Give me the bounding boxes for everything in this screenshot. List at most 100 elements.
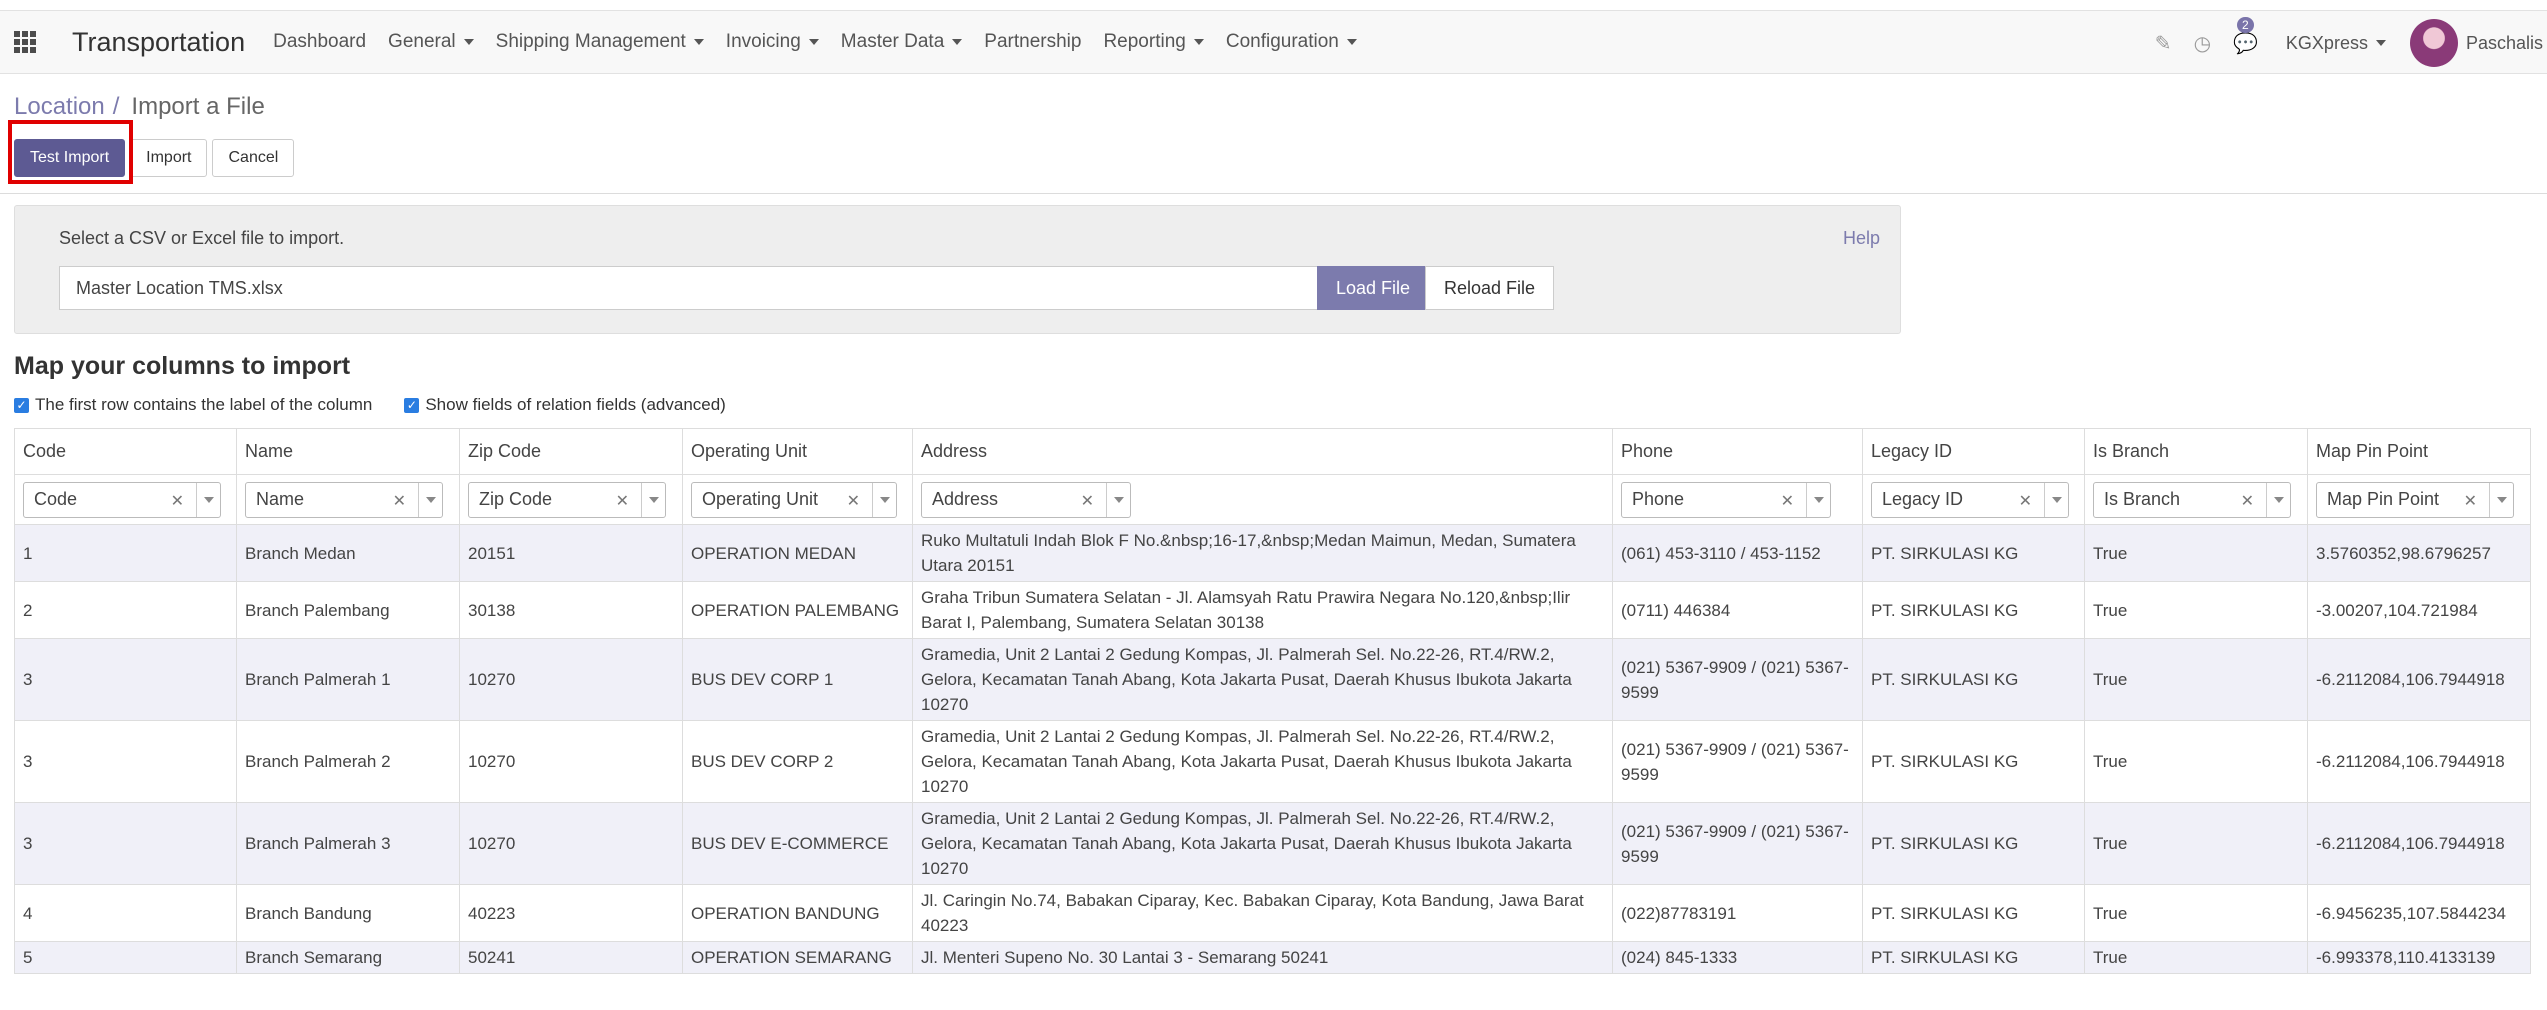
table-cell: True xyxy=(2084,524,2308,582)
dropdown-arrow-icon[interactable] xyxy=(641,482,665,517)
import-button[interactable]: Import xyxy=(130,139,208,177)
user-name[interactable]: Paschalis xyxy=(2466,33,2543,54)
field-select[interactable]: Is Branch ✕ xyxy=(2093,481,2291,518)
table-cell: Ruko Multatuli Indah Blok F No.&nbsp;16-… xyxy=(912,524,1613,582)
column-header-row: Code Name Zip Code Operating Unit Address Pho… xyxy=(14,428,2531,475)
table-cell: Branch Palmerah 3 xyxy=(236,802,460,885)
breadcrumb-location-link[interactable]: Location xyxy=(14,93,105,121)
field-mapping-row: Code ✕ Name ✕ Zip Code ✕ Operating Unit ✕ Addres… xyxy=(14,474,2531,525)
table-row: 3 Branch Palmerah 1 10270 BUS DEV CORP 1 Gra… xyxy=(14,638,2531,721)
clear-icon[interactable]: ✕ xyxy=(1781,491,1794,511)
apps-grid-icon[interactable] xyxy=(14,31,36,53)
relation-fields-option[interactable]: ✓ Show fields of relation fields (advance… xyxy=(404,395,726,415)
dropdown-arrow-icon[interactable] xyxy=(2489,482,2513,517)
table-cell: OPERATION MEDAN xyxy=(682,524,913,582)
dropdown-arrow-icon[interactable] xyxy=(418,482,442,517)
field-select-value: Legacy ID xyxy=(1882,489,1964,509)
clear-icon[interactable]: ✕ xyxy=(2464,491,2477,511)
menu-item-general[interactable]: General xyxy=(388,31,474,53)
help-link[interactable]: Help xyxy=(1843,228,1880,249)
field-select-value: Is Branch xyxy=(2104,489,2181,509)
breadcrumb-current: Import a File xyxy=(131,93,265,120)
clear-icon[interactable]: ✕ xyxy=(1081,491,1094,511)
option-label: Show fields of relation fields (advanced… xyxy=(425,395,726,414)
dropdown-arrow-icon[interactable] xyxy=(2266,482,2290,517)
table-cell: 10270 xyxy=(459,802,683,885)
dropdown-arrow-icon[interactable] xyxy=(2044,482,2068,517)
caret-down-icon xyxy=(463,39,474,45)
table-cell: PT. SIRKULASI KG xyxy=(1862,884,2085,942)
field-select[interactable]: Map Pin Point ✕ xyxy=(2316,481,2514,518)
field-select[interactable]: Phone ✕ xyxy=(1621,481,1831,518)
checkbox-checked[interactable]: ✓ xyxy=(14,397,29,413)
company-switcher[interactable]: KGXpress xyxy=(2286,33,2386,54)
field-select[interactable]: Code ✕ xyxy=(23,481,221,518)
clear-icon[interactable]: ✕ xyxy=(393,491,406,511)
table-cell: Gramedia, Unit 2 Lantai 2 Gedung Kompas,… xyxy=(912,802,1613,885)
clear-icon[interactable]: ✕ xyxy=(847,491,860,511)
table-cell: 50241 xyxy=(459,941,683,974)
table-cell: 2 xyxy=(14,581,237,639)
table-cell: (0711) 446384 xyxy=(1612,581,1863,639)
dropdown-arrow-icon[interactable] xyxy=(196,482,220,517)
table-body: 1 Branch Medan 20151 OPERATION MEDAN Ruko Mu… xyxy=(14,524,2531,974)
table-cell: True xyxy=(2084,884,2308,942)
table-cell: OPERATION PALEMBANG xyxy=(682,581,913,639)
menu-label: Partnership xyxy=(984,31,1082,52)
menu-item-master-data[interactable]: Master Data xyxy=(840,31,963,53)
table-cell: (024) 845-1333 xyxy=(1612,941,1863,974)
mapping-title: Map your columns to import xyxy=(14,352,351,380)
field-select[interactable]: Operating Unit ✕ xyxy=(691,481,897,518)
menu-item-invoicing[interactable]: Invoicing xyxy=(726,31,819,53)
menu-item-reporting[interactable]: Reporting xyxy=(1103,31,1204,53)
table-cell: 3 xyxy=(14,802,237,885)
table-cell: 3 xyxy=(14,720,237,803)
menu-item-dashboard[interactable]: Dashboard xyxy=(273,31,366,53)
dropdown-arrow-icon[interactable] xyxy=(1106,482,1130,517)
chat-icon[interactable]: 💬 2 xyxy=(2233,16,2258,56)
field-select[interactable]: Name ✕ xyxy=(245,481,443,518)
menu-item-partnership[interactable]: Partnership xyxy=(984,31,1081,53)
clock-icon[interactable]: ◷ xyxy=(2194,31,2211,56)
table-cell: 5 xyxy=(14,941,237,974)
table-cell: True xyxy=(2084,941,2308,974)
field-select-value: Map Pin Point xyxy=(2327,489,2440,509)
field-select-cell: Map Pin Point ✕ xyxy=(2307,474,2531,525)
clear-icon[interactable]: ✕ xyxy=(2241,491,2254,511)
table-cell: 10270 xyxy=(459,720,683,803)
table-cell: 1 xyxy=(14,524,237,582)
reload-file-button[interactable]: Reload File xyxy=(1425,266,1555,310)
load-file-button[interactable]: Load File xyxy=(1317,266,1430,310)
column-header: Name xyxy=(236,428,460,475)
field-select[interactable]: Zip Code ✕ xyxy=(468,481,666,518)
table-cell: (021) 5367-9909 / (021) 5367-9599 xyxy=(1612,802,1863,885)
app-title: Transportation xyxy=(72,26,246,57)
table-cell: OPERATION SEMARANG xyxy=(682,941,913,974)
clear-icon[interactable]: ✕ xyxy=(2019,491,2032,511)
table-row: 4 Branch Bandung 40223 OPERATION BANDUNG Jl.… xyxy=(14,884,2531,942)
checkbox-checked[interactable]: ✓ xyxy=(404,397,420,413)
menu-item-configuration[interactable]: Configuration xyxy=(1226,31,1357,53)
dropdown-arrow-icon[interactable] xyxy=(1806,482,1830,517)
field-select[interactable]: Address ✕ xyxy=(921,481,1131,518)
table-cell: 40223 xyxy=(459,884,683,942)
first-row-label-option[interactable]: ✓ The first row contains the label of the… xyxy=(14,395,372,415)
field-select-value: Phone xyxy=(1632,489,1685,509)
dropdown-arrow-icon[interactable] xyxy=(872,482,896,517)
avatar[interactable] xyxy=(2409,19,2458,67)
column-header: Legacy ID xyxy=(1862,428,2085,475)
clear-icon[interactable]: ✕ xyxy=(616,491,629,511)
table-cell: Graha Tribun Sumatera Selatan - Jl. Alam… xyxy=(912,581,1613,639)
menu-item-shipping-management[interactable]: Shipping Management xyxy=(496,31,704,53)
navbar-right: ✎ ◷ 💬 2 KGXpress Paschalis xyxy=(2155,11,2547,75)
column-header: Map Pin Point xyxy=(2307,428,2531,475)
file-name-field[interactable]: Master Location TMS.xlsx xyxy=(59,266,1321,310)
cancel-button[interactable]: Cancel xyxy=(212,139,295,177)
menu-label: Master Data xyxy=(840,31,945,52)
clear-icon[interactable]: ✕ xyxy=(171,491,184,511)
field-select[interactable]: Legacy ID ✕ xyxy=(1871,481,2069,518)
field-select-cell: Phone ✕ xyxy=(1612,474,1863,525)
edit-icon[interactable]: ✎ xyxy=(2155,31,2172,56)
caret-down-icon xyxy=(952,39,963,45)
table-cell: Branch Medan xyxy=(236,524,460,582)
